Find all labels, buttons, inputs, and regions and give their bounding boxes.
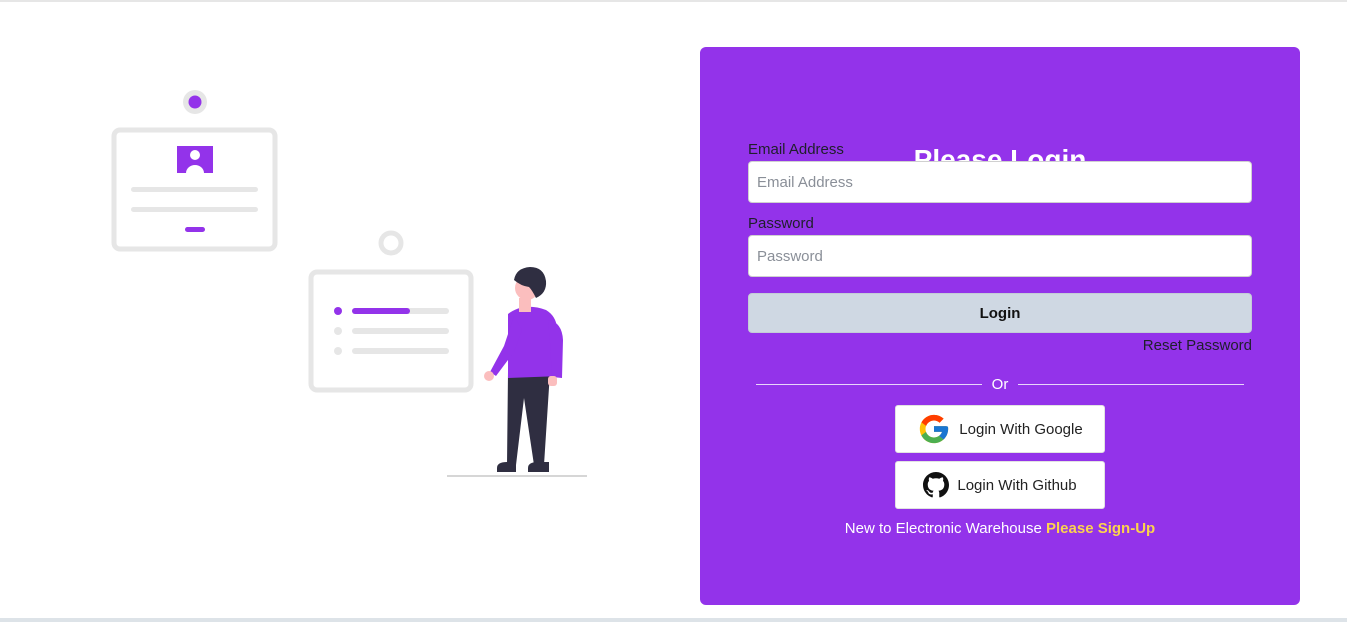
bottom-border	[0, 618, 1347, 622]
password-input[interactable]	[748, 235, 1252, 277]
login-illustration	[111, 90, 587, 477]
login-button[interactable]: Login	[748, 293, 1252, 333]
github-button-label: Login With Github	[957, 476, 1077, 494]
login-with-github-button[interactable]: Login With Github	[895, 461, 1105, 509]
signup-prompt: New to Electronic Warehouse Please Sign-…	[700, 519, 1300, 539]
google-logo-icon	[920, 414, 949, 444]
login-with-google-button[interactable]: Login With Google	[895, 405, 1105, 453]
github-logo-icon	[923, 472, 950, 498]
top-border	[0, 0, 1347, 2]
pin-dot	[188, 95, 202, 109]
reset-password-link[interactable]: Reset Password	[1143, 336, 1252, 356]
or-divider-text: Or	[991, 376, 1009, 393]
pin-ring	[378, 230, 404, 256]
signup-prompt-text: New to Electronic Warehouse	[844, 520, 1042, 537]
login-card: Please Login Email Address Password Logi…	[700, 47, 1300, 605]
email-label: Email Address	[748, 141, 844, 158]
password-label: Password	[748, 215, 814, 232]
signup-link[interactable]: Please Sign-Up	[1046, 520, 1155, 537]
email-input[interactable]	[748, 161, 1252, 203]
google-button-label: Login With Google	[959, 420, 1083, 438]
